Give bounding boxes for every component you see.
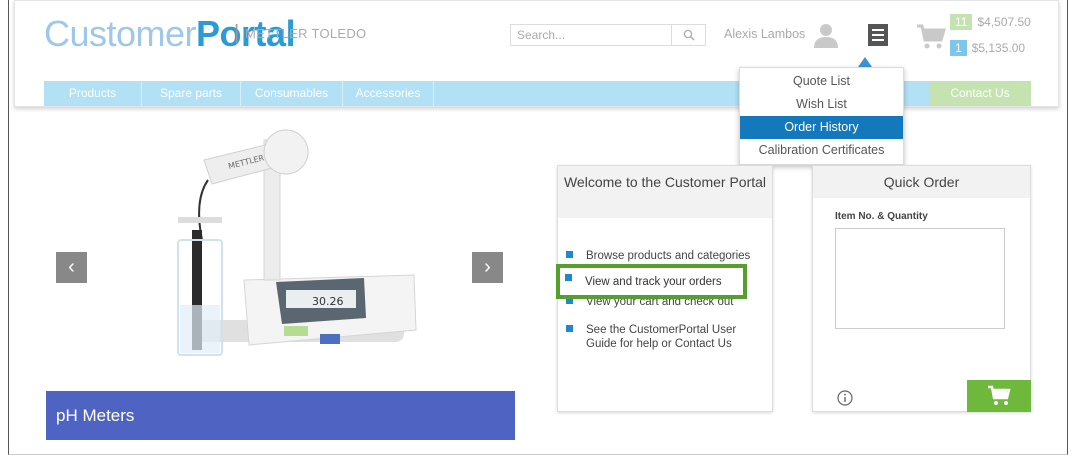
cart-count-badge: 11 [950,14,973,30]
cart-amount: $4,507.50 [977,15,1031,29]
menu-item-wish-list[interactable]: Wish List [740,93,903,116]
nav-item-accessories[interactable]: Accessories [343,81,434,106]
welcome-item-label: View and track your orders [585,276,722,288]
nav-item-consumables[interactable]: Consumables [241,81,343,106]
chevron-left-icon: ‹ [68,256,75,278]
nav-item-spare-parts[interactable]: Spare parts [142,81,241,106]
cart-icon [988,385,1011,405]
user-name[interactable]: Alexis Lambos [724,27,805,41]
bullet-icon [566,325,573,332]
display-reading: 30.26 [312,295,344,308]
ph-meter-image: 30.26 METTLER TOLEDO [177,129,417,356]
search-button[interactable] [671,25,705,45]
list-menu-icon[interactable] [866,22,892,48]
list-menu-dropdown: Quote List Wish List Order History Calib… [739,67,904,165]
quick-order-add-to-cart-button[interactable] [967,380,1031,412]
quick-order-title: Quick Order [813,166,1030,198]
quote-summary-row[interactable]: 1 $5,135.00 [950,40,1025,56]
nav-item-contact-us[interactable]: Contact Us [929,81,1031,106]
logo-light-text: Customer [44,13,197,54]
carousel-prev-button[interactable]: ‹ [56,252,87,283]
highlighted-track-orders[interactable]: View and track your orders [556,264,747,299]
welcome-item-guide[interactable]: See the CustomerPortal User Guide for he… [566,323,766,351]
search-input[interactable] [511,25,671,45]
user-icon[interactable] [813,22,839,48]
menu-item-calibration-certificates[interactable]: Calibration Certificates [740,139,903,162]
quote-amount: $5,135.00 [971,41,1026,55]
item-quantity-input[interactable] [835,228,1005,329]
quick-order-panel: Quick Order Item No. & Quantity [812,165,1031,412]
carousel-next-button[interactable]: › [472,252,503,283]
company-name: METTLER TOLEDO [245,26,367,41]
welcome-item-label: Browse products and categories [586,250,751,262]
logo-separator: | [234,22,240,44]
search-icon [683,29,694,41]
quote-count-badge: 1 [950,40,967,56]
welcome-item-browse[interactable]: Browse products and categories [566,249,750,263]
cart-icon[interactable] [916,23,946,51]
carousel-slide-title[interactable]: pH Meters [46,391,515,440]
cart-summary-row[interactable]: 11 $4,507.50 [950,14,1031,30]
dropdown-caret [858,57,872,67]
menu-item-quote-list[interactable]: Quote List [740,70,903,93]
bullet-icon [565,274,572,281]
menu-item-order-history[interactable]: Order History [740,116,903,139]
welcome-title: Welcome to the Customer Portal [558,166,772,218]
nav-item-products[interactable]: Products [44,81,142,106]
chevron-right-icon: › [484,256,491,278]
info-icon[interactable] [837,390,853,406]
search-box [510,24,706,46]
bullet-icon [566,251,573,258]
item-quantity-label: Item No. & Quantity [835,211,928,222]
welcome-item-label: See the CustomerPortal User Guide for he… [586,324,737,350]
